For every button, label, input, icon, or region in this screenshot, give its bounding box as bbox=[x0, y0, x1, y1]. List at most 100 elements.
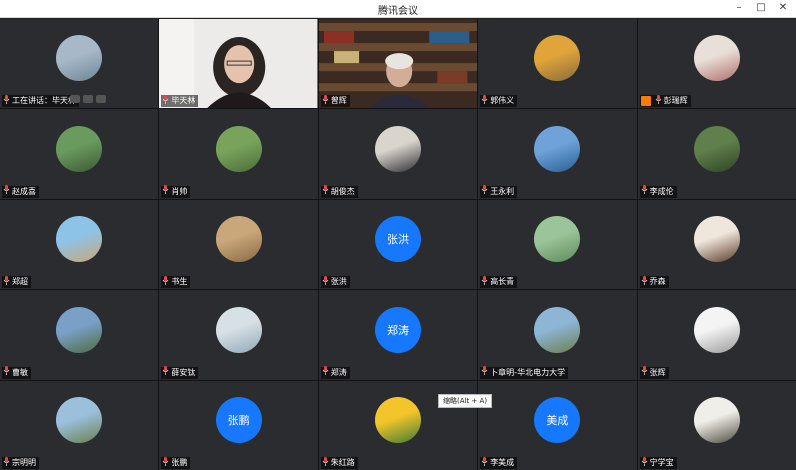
participant-name: 宁学宝 bbox=[649, 458, 674, 467]
mic-muted-icon bbox=[655, 94, 662, 108]
avatar bbox=[215, 216, 262, 263]
mic-muted-icon bbox=[481, 185, 488, 198]
participant-tile[interactable]: 李成伦 bbox=[637, 109, 796, 199]
participant-name: 工在讲话：毕天林 bbox=[12, 96, 76, 106]
avatar bbox=[215, 306, 262, 353]
mic-muted-icon bbox=[3, 94, 10, 108]
mic-muted-icon bbox=[322, 94, 329, 108]
participant-tile[interactable]: 卜章明-华北电力大学 bbox=[478, 290, 637, 380]
speaker-indicator bbox=[70, 95, 107, 104]
participant-tile[interactable]: 肖帅 bbox=[159, 109, 318, 199]
participant-tile[interactable]: 书生 bbox=[159, 199, 318, 290]
mic-muted-icon bbox=[162, 456, 169, 470]
mic-muted-icon bbox=[3, 366, 10, 379]
participant-tile[interactable]: 张辉 bbox=[637, 290, 796, 380]
mic-muted-icon bbox=[162, 275, 169, 289]
participant-nameplate: 书生 bbox=[161, 275, 191, 289]
participant-nameplate: 李美成 bbox=[480, 456, 518, 470]
close-icon[interactable]: ✕ bbox=[776, 1, 790, 15]
participant-nameplate: 工在讲话：毕天林 bbox=[2, 94, 79, 108]
mic-muted-icon bbox=[641, 366, 648, 379]
participant-nameplate: 张辉 bbox=[639, 366, 669, 379]
participant-name: 毕天林 bbox=[171, 96, 196, 106]
participant-name: 张辉 bbox=[649, 367, 666, 377]
avatar bbox=[56, 35, 103, 82]
participant-name: 朱红路 bbox=[330, 458, 355, 467]
participant-nameplate: 曾辉 bbox=[320, 94, 350, 108]
participant-tile[interactable]: 工在讲话：毕天林 bbox=[0, 19, 159, 109]
participant-name: 高长青 bbox=[490, 277, 515, 287]
participant-tile[interactable]: 毕天林 bbox=[159, 19, 318, 109]
mic-muted-icon bbox=[322, 456, 329, 470]
avatar bbox=[215, 125, 262, 172]
mic-muted-icon bbox=[481, 275, 488, 289]
avatar bbox=[693, 35, 740, 82]
maximize-icon[interactable]: □ bbox=[754, 1, 768, 15]
arrow-icon bbox=[96, 95, 107, 104]
participant-tile[interactable]: 张洪 张洪 bbox=[318, 199, 478, 290]
participant-tile[interactable]: 郑涛 郑涛 bbox=[318, 290, 478, 380]
participant-name: 胡俊杰 bbox=[330, 186, 355, 196]
title-bar: 腾讯会议 – □ ✕ bbox=[0, 0, 796, 18]
participant-nameplate: 郭伟义 bbox=[480, 94, 518, 108]
participant-name: 卜章明-华北电力大学 bbox=[490, 367, 566, 377]
participant-tile[interactable]: 彭瑞辉 bbox=[637, 19, 796, 109]
participant-nameplate: 郑超 bbox=[2, 275, 31, 289]
minimize-icon[interactable]: – bbox=[732, 1, 746, 15]
participant-nameplate: 胡俊杰 bbox=[320, 185, 358, 198]
avatar bbox=[534, 35, 581, 82]
participant-name: 郑涛 bbox=[330, 367, 347, 377]
avatar: 郑涛 bbox=[374, 306, 421, 353]
tooltip: 缩略(Alt + A) bbox=[438, 394, 493, 408]
avatar bbox=[693, 396, 740, 443]
participant-name: 书生 bbox=[171, 277, 188, 287]
participant-name: 曾辉 bbox=[330, 96, 347, 106]
mic-muted-icon bbox=[322, 366, 329, 379]
avatar bbox=[56, 216, 103, 263]
participant-tile[interactable]: 张鹏 张鹏 bbox=[159, 380, 318, 470]
participant-tile[interactable]: 宗明明 bbox=[0, 380, 159, 470]
participant-nameplate: 赵成喜 bbox=[2, 185, 39, 198]
mic-muted-icon bbox=[322, 185, 329, 198]
avatar bbox=[534, 306, 581, 353]
participant-name: 郑超 bbox=[12, 277, 28, 287]
participant-nameplate: 薛安钛 bbox=[161, 366, 199, 379]
participant-name: 郭伟义 bbox=[490, 96, 515, 106]
participant-tile[interactable]: 乔森 bbox=[637, 199, 796, 290]
avatar bbox=[534, 125, 581, 172]
participant-nameplate: 王永利 bbox=[480, 185, 518, 198]
avatar bbox=[56, 306, 103, 353]
avatar bbox=[374, 396, 421, 443]
participant-name: 乔森 bbox=[649, 277, 666, 287]
mic-muted-icon bbox=[481, 456, 488, 470]
participant-tile[interactable]: 赵成喜 bbox=[0, 109, 159, 199]
participant-tile[interactable]: 宁学宝 bbox=[637, 380, 796, 470]
participant-tile[interactable]: 高长青 bbox=[478, 199, 637, 290]
participant-tile[interactable]: 王永利 bbox=[478, 109, 637, 199]
participant-tile[interactable]: 薛安钛 bbox=[159, 290, 318, 380]
signal-icon bbox=[70, 95, 81, 104]
participant-nameplate: 李成伦 bbox=[639, 185, 677, 198]
avatar: 美成 bbox=[534, 396, 581, 443]
participant-nameplate: 彭瑞辉 bbox=[639, 94, 691, 108]
host-icon bbox=[640, 96, 651, 107]
avatar bbox=[534, 216, 581, 263]
participant-nameplate: 曹敏 bbox=[2, 366, 31, 379]
participant-tile[interactable]: 美成李美成 bbox=[478, 380, 637, 470]
avatar bbox=[374, 125, 421, 172]
participant-tile[interactable]: 曹敏 bbox=[0, 290, 159, 380]
avatar bbox=[693, 216, 740, 263]
participant-name: 张鹏 bbox=[171, 458, 188, 467]
mic-muted-icon bbox=[162, 366, 169, 379]
avatar: 张鹏 bbox=[215, 396, 262, 443]
participant-tile[interactable]: 曾辉 bbox=[318, 19, 478, 109]
participant-nameplate: 宁学宝 bbox=[639, 456, 677, 469]
participant-tile[interactable]: 胡俊杰 bbox=[318, 109, 478, 199]
participant-tile[interactable]: 郭伟义 bbox=[478, 19, 637, 109]
avatar bbox=[693, 125, 740, 172]
mic-muted-icon bbox=[641, 275, 648, 289]
mic-muted-icon bbox=[3, 275, 10, 289]
participant-tile[interactable]: 郑超 bbox=[0, 199, 159, 290]
participant-name: 李美成 bbox=[490, 458, 515, 467]
participant-name: 肖帅 bbox=[171, 186, 188, 196]
